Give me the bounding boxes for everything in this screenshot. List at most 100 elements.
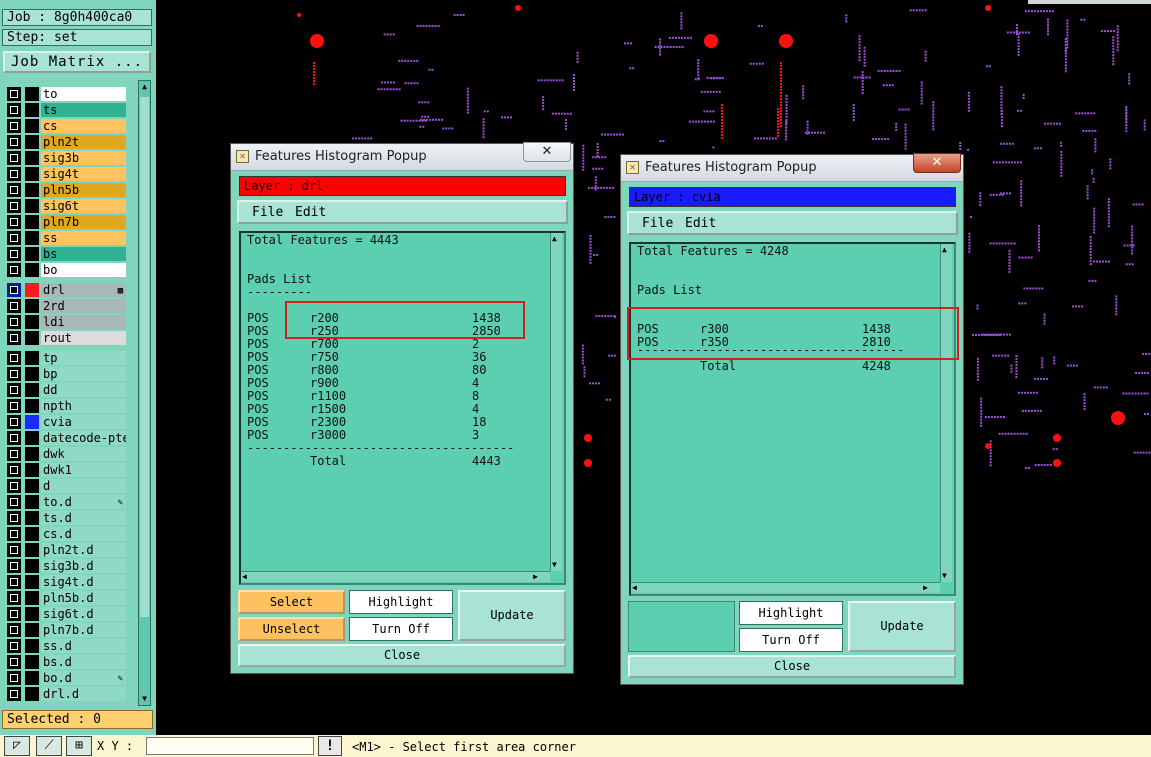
layer-checkbox[interactable] xyxy=(7,87,21,101)
scroll-up-arrow-icon[interactable]: ▲ xyxy=(552,234,557,244)
layer-color-swatch[interactable] xyxy=(25,671,39,685)
layer-color-swatch[interactable] xyxy=(25,87,39,101)
layer-row-rout[interactable]: rout xyxy=(5,330,126,345)
layer-row-cs[interactable]: cs xyxy=(5,118,126,133)
layer-row-cs-d[interactable]: cs.d xyxy=(5,526,126,541)
layer-row-sig3b[interactable]: sig3b xyxy=(5,150,126,165)
layer-checkbox[interactable] xyxy=(7,167,21,181)
scroll-up-arrow-icon[interactable]: ▲ xyxy=(942,245,947,255)
layer-color-swatch[interactable] xyxy=(25,607,39,621)
layer-name[interactable]: dwk1 xyxy=(41,463,126,477)
turn-off-button[interactable]: Turn Off xyxy=(349,617,453,641)
layer-row-datecode-pte[interactable]: datecode-pte xyxy=(5,430,126,445)
layer-checkbox[interactable] xyxy=(7,591,21,605)
layer-checkbox[interactable] xyxy=(7,315,21,329)
layer-color-swatch[interactable] xyxy=(25,263,39,277)
layer-checkbox[interactable] xyxy=(7,687,21,701)
layer-checkbox[interactable] xyxy=(7,183,21,197)
layer-row-sig3b-d[interactable]: sig3b.d xyxy=(5,558,126,573)
layer-row-tp[interactable]: tp xyxy=(5,350,126,365)
layer-name[interactable]: pln2t xyxy=(41,135,126,149)
layer-name[interactable]: bo xyxy=(41,263,126,277)
layer-color-swatch[interactable] xyxy=(25,367,39,381)
layer-name[interactable]: npth xyxy=(41,399,126,413)
layer-color-swatch[interactable] xyxy=(25,431,39,445)
xy-input[interactable] xyxy=(146,737,314,755)
layer-color-swatch[interactable] xyxy=(25,399,39,413)
layer-name[interactable]: dwk xyxy=(41,447,126,461)
layer-name[interactable]: ts xyxy=(41,103,126,117)
layer-row-pln7b-d[interactable]: pln7b.d xyxy=(5,622,126,637)
layer-name[interactable]: pln7b xyxy=(41,215,126,229)
pad-row[interactable]: POS r800 80 xyxy=(241,364,541,377)
layer-row-dwk[interactable]: dwk xyxy=(5,446,126,461)
layer-color-swatch[interactable] xyxy=(25,199,39,213)
layer-checkbox[interactable] xyxy=(7,479,21,493)
layer-color-swatch[interactable] xyxy=(25,103,39,117)
layer-color-swatch[interactable] xyxy=(25,151,39,165)
layer-color-swatch[interactable] xyxy=(25,315,39,329)
layer-name[interactable]: pln7b.d xyxy=(41,623,126,637)
layer-name[interactable]: sig4t xyxy=(41,167,126,181)
pad-row[interactable]: POS r2300 18 xyxy=(241,416,541,429)
scroll-left-arrow-icon[interactable]: ◀ xyxy=(242,572,247,582)
list-vscroll[interactable]: ▲ ▼ xyxy=(940,244,952,582)
job-matrix-button[interactable]: Job Matrix ... xyxy=(3,51,151,73)
layer-row-pln7b[interactable]: pln7b xyxy=(5,214,126,229)
layer-row-to[interactable]: to xyxy=(5,86,126,101)
layer-color-swatch[interactable] xyxy=(25,511,39,525)
layer-row-bs[interactable]: bs xyxy=(5,246,126,261)
layer-checkbox[interactable] xyxy=(7,199,21,213)
list-hscroll[interactable]: ◀ ▶ xyxy=(631,582,940,593)
menu-file[interactable]: File xyxy=(642,216,673,231)
layer-name[interactable]: sig3b.d xyxy=(41,559,126,573)
layer-name[interactable]: pln5b xyxy=(41,183,126,197)
measure-icon[interactable]: ⟋ xyxy=(36,736,62,756)
layer-color-swatch[interactable] xyxy=(25,575,39,589)
layer-name[interactable]: sig4t.d xyxy=(41,575,126,589)
layer-color-swatch[interactable] xyxy=(25,623,39,637)
layer-checkbox[interactable] xyxy=(7,263,21,277)
layer-row-ts[interactable]: ts xyxy=(5,102,126,117)
layer-name[interactable]: sig3b xyxy=(41,151,126,165)
layer-color-swatch[interactable] xyxy=(25,283,39,297)
layer-name[interactable]: to xyxy=(41,87,126,101)
layer-checkbox[interactable] xyxy=(7,431,21,445)
layer-color-swatch[interactable] xyxy=(25,687,39,701)
popup-titlebar[interactable]: ✕ Features Histogram Popup ✕ xyxy=(231,142,573,171)
layer-color-swatch[interactable] xyxy=(25,331,39,345)
pad-row[interactable]: POS r250 2850 xyxy=(241,325,541,338)
layer-name[interactable]: bs xyxy=(41,247,126,261)
layer-name[interactable]: bo.d ✎ xyxy=(41,671,126,685)
layer-checkbox[interactable] xyxy=(7,119,21,133)
layer-name[interactable]: d xyxy=(41,479,126,493)
layer-checkbox[interactable] xyxy=(7,383,21,397)
layer-color-swatch[interactable] xyxy=(25,215,39,229)
layer-row-bo-d[interactable]: bo.d ✎ xyxy=(5,670,126,685)
pad-row[interactable]: POS r700 2 xyxy=(241,338,541,351)
layer-row-drl-d[interactable]: drl.d xyxy=(5,686,126,701)
layer-checkbox[interactable] xyxy=(7,151,21,165)
layer-color-swatch[interactable] xyxy=(25,495,39,509)
menu-file[interactable]: File xyxy=(252,205,283,220)
highlight-button[interactable]: Highlight xyxy=(739,601,843,625)
unselect-button[interactable]: Unselect xyxy=(238,617,345,641)
layer-checkbox[interactable] xyxy=(7,331,21,345)
histogram-list[interactable]: Total Features = 4443 Pads List --------… xyxy=(239,231,566,585)
layer-checkbox[interactable] xyxy=(7,607,21,621)
layer-color-swatch[interactable] xyxy=(25,383,39,397)
grid-snap-icon[interactable]: ⊞ xyxy=(66,736,92,756)
layer-row-bs-d[interactable]: bs.d xyxy=(5,654,126,669)
layer-checkbox[interactable] xyxy=(7,135,21,149)
pad-row[interactable]: POS r750 36 xyxy=(241,351,541,364)
layer-color-swatch[interactable] xyxy=(25,463,39,477)
select-button[interactable]: Select xyxy=(238,590,345,614)
layer-checkbox[interactable] xyxy=(7,103,21,117)
layer-color-swatch[interactable] xyxy=(25,247,39,261)
layer-checkbox[interactable] xyxy=(7,215,21,229)
layer-color-swatch[interactable] xyxy=(25,639,39,653)
layer-row-dd[interactable]: dd xyxy=(5,382,126,397)
scroll-right-arrow-icon[interactable]: ▶ xyxy=(923,583,928,593)
layer-checkbox[interactable] xyxy=(7,447,21,461)
layer-name[interactable]: pln5b.d xyxy=(41,591,126,605)
